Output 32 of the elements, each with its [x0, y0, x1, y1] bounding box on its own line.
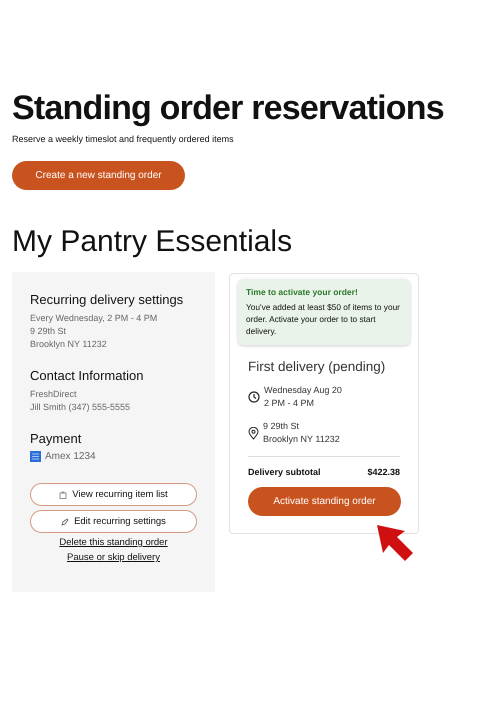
order-name: My Pantry Essentials [12, 224, 294, 260]
section-heading: Recurring delivery settings [30, 292, 184, 307]
page-subtitle: Reserve a weekly timeslot and frequently ordered items [12, 134, 235, 144]
card-text: Amex 1234 [45, 451, 96, 462]
detail-text: FreshDirect [30, 388, 78, 401]
delivery-heading: First delivery (pending) [248, 359, 386, 374]
pencil-icon [61, 518, 70, 526]
detail-text: Brooklyn NY 11232 [263, 433, 340, 446]
outline-button[interactable]: View recurring item list [30, 483, 197, 506]
detail-text: Every Wednesday, 2 PM - 4 PM [30, 312, 158, 325]
section-heading: Contact Information [30, 368, 144, 383]
subtotal-label: Delivery subtotal [248, 467, 321, 477]
detail-text: Brooklyn NY 11232 [30, 338, 108, 351]
detail-text: Wednesday Aug 20 [264, 384, 342, 397]
bag-icon [59, 490, 68, 498]
detail-text: 9 29th St [30, 325, 68, 338]
clock-icon [248, 391, 260, 403]
activate-button[interactable]: Activate standing order [248, 487, 401, 516]
outline-button[interactable]: Edit recurring settings [30, 510, 197, 533]
notice-title: Time to activate your order! [246, 287, 359, 297]
location-pin-icon [248, 426, 259, 440]
section-heading: Payment [30, 431, 82, 446]
detail-text: 2 PM - 4 PM [264, 397, 316, 410]
card-icon [30, 451, 41, 462]
notice-text: You've added at least $50 of items to your order. Activate your order to to start delivery. [246, 301, 401, 337]
text-link[interactable]: Pause or skip delivery [67, 552, 160, 563]
page-title: Standing order reservations [12, 88, 444, 129]
subtotal-amount: $422.38 [367, 467, 400, 477]
detail-text: 9 29th St [263, 420, 300, 433]
detail-text: Jill Smith (347) 555-5555 [30, 401, 132, 414]
text-link[interactable]: Delete this standing order [59, 537, 168, 548]
create-order-button[interactable]: Create a new standing order [12, 161, 185, 190]
